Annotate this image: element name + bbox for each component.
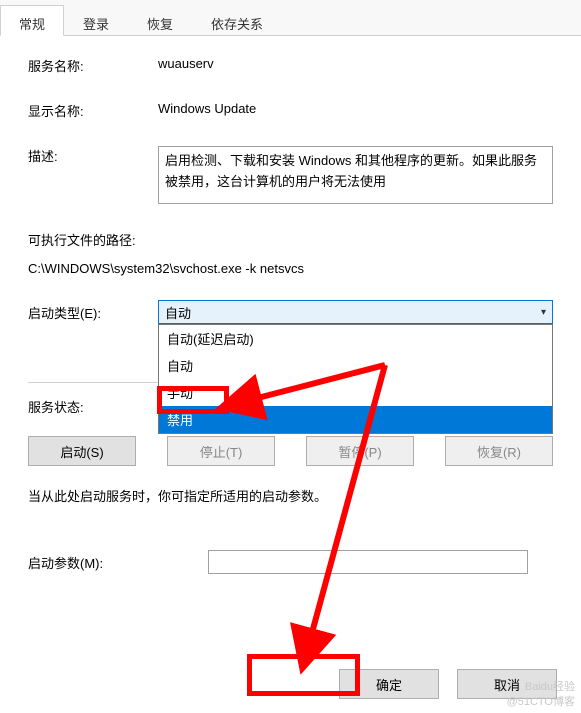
cancel-button[interactable]: 取消 [457, 669, 557, 699]
pause-button: 暂停(P) [306, 436, 414, 466]
dialog-footer: 确定 取消 [339, 669, 557, 699]
startup-type-dropdown: 自动(延迟启动) 自动 手动 禁用 [158, 324, 553, 434]
start-button[interactable]: 启动(S) [28, 436, 136, 466]
description-label: 描述: [28, 146, 158, 165]
exe-path-label: 可执行文件的路径: [28, 230, 553, 249]
service-name-label: 服务名称: [28, 56, 158, 75]
startup-type-selected: 自动 [165, 303, 191, 322]
option-auto-delayed[interactable]: 自动(延迟启动) [159, 325, 552, 352]
description-textarea[interactable]: 启用检测、下载和安装 Windows 和其他程序的更新。如果此服务被禁用，这台计… [158, 146, 553, 204]
tab-recovery[interactable]: 恢复 [128, 5, 192, 36]
display-name-label: 显示名称: [28, 101, 158, 120]
tab-logon[interactable]: 登录 [64, 5, 128, 36]
tab-content: 服务名称: wuauserv 显示名称: Windows Update 描述: … [0, 36, 581, 596]
startup-type-label: 启动类型(E): [28, 303, 158, 322]
startup-params-input[interactable] [208, 550, 528, 574]
startup-type-combo[interactable]: 自动 ▾ [158, 300, 553, 324]
service-name-value: wuauserv [158, 56, 553, 71]
ok-button[interactable]: 确定 [339, 669, 439, 699]
tab-general[interactable]: 常规 [0, 5, 64, 36]
exe-path-value: C:\WINDOWS\system32\svchost.exe -k netsv… [28, 261, 553, 276]
stop-button: 停止(T) [167, 436, 275, 466]
startup-params-label: 启动参数(M): [28, 553, 148, 572]
resume-button: 恢复(R) [445, 436, 553, 466]
display-name-value: Windows Update [158, 101, 553, 116]
startup-note: 当从此处启动服务时，你可指定所适用的启动参数。 [28, 488, 553, 506]
chevron-down-icon: ▾ [541, 307, 546, 318]
option-auto[interactable]: 自动 [159, 352, 552, 379]
tab-dependencies[interactable]: 依存关系 [192, 5, 282, 36]
service-properties-dialog: 常规 登录 恢复 依存关系 服务名称: wuauserv 显示名称: Windo… [0, 0, 581, 713]
tab-bar: 常规 登录 恢复 依存关系 [0, 0, 581, 36]
option-disabled[interactable]: 禁用 [159, 406, 552, 433]
service-status-label: 服务状态: [28, 397, 158, 416]
option-manual[interactable]: 手动 [159, 379, 552, 406]
